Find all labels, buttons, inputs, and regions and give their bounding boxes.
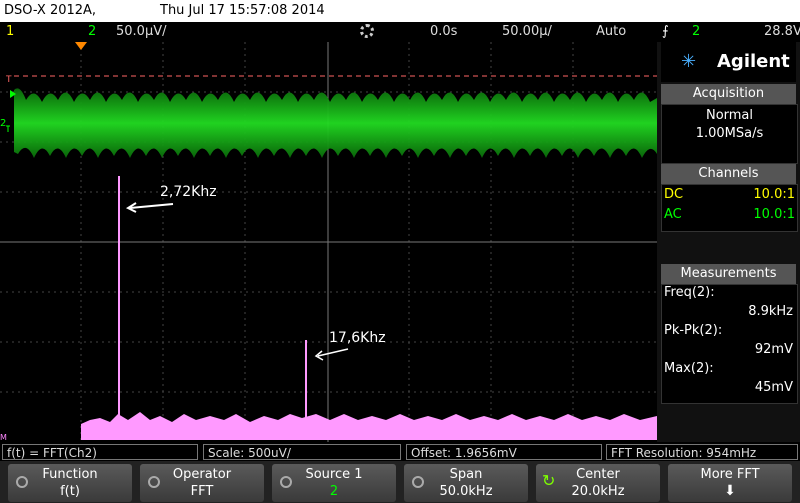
channel-2-marker: 2 xyxy=(0,118,6,129)
measurement-max: Max(2): 45mV xyxy=(662,361,797,399)
softkey-knob-icon xyxy=(148,476,160,488)
channel-2-scale[interactable]: 50.0µV/ xyxy=(116,22,167,42)
waveform-display[interactable]: T 2 M 2,72Khz 17,6Khz xyxy=(0,42,657,442)
annotation-peak-1: 2,72Khz xyxy=(160,184,217,200)
status-bar: 1 2 50.0µV/ 0.0s 50.00µ/ Auto ⨍ 2 28.8V xyxy=(0,22,800,42)
acquisition-header[interactable]: Acquisition xyxy=(661,84,796,104)
channel-2-indicator[interactable]: 2 xyxy=(88,22,96,42)
measurement-freq: Freq(2): 8.9kHz xyxy=(662,285,797,323)
acquisition-box: Normal 1.00MSa/s xyxy=(661,104,798,164)
softkey-bar: Function f(t) Operator FFT Source 1 2 Sp… xyxy=(0,461,800,503)
channel-1-coupling: DC xyxy=(664,187,684,202)
measurement-value: 8.9kHz xyxy=(748,304,793,319)
instrument-model: DSO-X 2012A, xyxy=(4,3,97,18)
fft-resolution-info: FFT Resolution: 954mHz xyxy=(606,444,798,460)
channels-box: DC 10.0:1 AC 10.0:1 xyxy=(661,184,798,232)
channel-1-row: DC 10.0:1 xyxy=(662,187,797,207)
info-bar: f(t) = FFT(Ch2) Scale: 500uV/ Offset: 1.… xyxy=(0,443,800,461)
operator-softkey[interactable]: Operator FFT xyxy=(140,464,264,502)
center-softkey[interactable]: ↻ Center 20.0kHz xyxy=(536,464,660,502)
softkey-label: More FFT xyxy=(700,467,760,482)
channel-2-coupling: AC xyxy=(664,207,682,222)
annotation-peak-2: 17,6Khz xyxy=(329,330,386,346)
more-fft-softkey[interactable]: More FFT ⬇ xyxy=(668,464,792,502)
agilent-logo: ✳ Agilent xyxy=(661,42,796,82)
channels-header[interactable]: Channels xyxy=(661,164,796,184)
annotation-arrow-2 xyxy=(314,348,349,361)
channel-2-row: AC 10.0:1 xyxy=(662,207,797,227)
function-softkey[interactable]: Function f(t) xyxy=(8,464,132,502)
timebase[interactable]: 50.00µ/ xyxy=(502,22,552,42)
measurement-pkpk: Pk-Pk(2): 92mV xyxy=(662,323,797,361)
trigger-marker: T xyxy=(5,75,12,85)
measurement-label: Pk-Pk(2): xyxy=(664,323,723,338)
measurements-header[interactable]: Measurements xyxy=(661,264,796,284)
title-bar: DSO-X 2012A, Thu Jul 17 15:57:08 2014 xyxy=(0,0,800,22)
run-status-icon xyxy=(360,24,374,38)
sample-rate: 1.00MSa/s xyxy=(695,126,764,141)
annotation-arrow-1 xyxy=(125,202,174,213)
ground-icon xyxy=(6,125,10,132)
brand-name: Agilent xyxy=(717,51,790,72)
source-softkey[interactable]: Source 1 2 xyxy=(272,464,396,502)
trigger-mode[interactable]: Auto xyxy=(596,22,626,42)
trigger-level[interactable]: 28.8V xyxy=(764,22,800,42)
channel-2-waveform xyxy=(14,88,657,158)
measurement-value: 45mV xyxy=(754,380,793,395)
measurement-label: Freq(2): xyxy=(664,285,715,300)
measurement-label: Max(2): xyxy=(664,361,714,376)
softkey-knob-icon xyxy=(280,476,292,488)
softkey-knob-icon xyxy=(16,476,28,488)
channel-2-probe: 10.0:1 xyxy=(753,207,795,222)
fft-noise-floor xyxy=(81,412,657,440)
acquisition-mode: Normal xyxy=(705,108,754,123)
math-scale-info: Scale: 500uV/ xyxy=(203,444,401,460)
date-time: Thu Jul 17 15:57:08 2014 xyxy=(160,3,325,18)
span-softkey[interactable]: Span 50.0kHz xyxy=(404,464,528,502)
measurements-box: Freq(2): 8.9kHz Pk-Pk(2): 92mV Max(2): 4… xyxy=(661,284,798,404)
channel-1-indicator[interactable]: 1 xyxy=(6,22,14,42)
measurement-value: 92mV xyxy=(754,342,793,357)
trigger-source[interactable]: 2 xyxy=(692,22,700,42)
channel-1-probe: 10.0:1 xyxy=(753,187,795,202)
arrow-down-icon: ⬇ xyxy=(724,483,736,499)
trigger-position-marker xyxy=(75,42,87,50)
softkey-knob-icon xyxy=(412,476,424,488)
side-panel: ✳ Agilent Acquisition Normal 1.00MSa/s C… xyxy=(657,42,800,442)
math-marker: M xyxy=(0,433,7,442)
spark-icon: ✳ xyxy=(681,51,697,72)
math-function-info: f(t) = FFT(Ch2) xyxy=(2,444,198,460)
horizontal-delay[interactable]: 0.0s xyxy=(430,22,457,42)
trigger-edge-icon: ⨍ xyxy=(662,24,669,39)
rotate-knob-icon: ↻ xyxy=(542,471,556,490)
math-offset-info: Offset: 1.9656mV xyxy=(406,444,602,460)
